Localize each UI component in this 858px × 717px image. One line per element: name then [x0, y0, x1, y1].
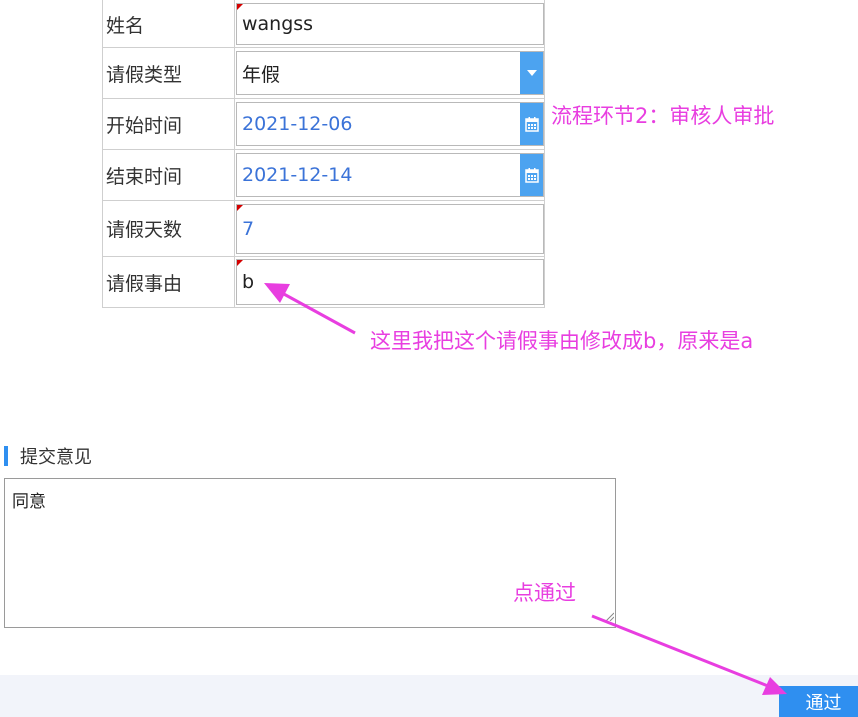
page: 姓名 wangss 请假类型 年假 开始时间 2021-12-06 结束时间 2… [0, 0, 858, 717]
annotation-arrows [264, 283, 787, 695]
arrow-to-approve-icon [591, 614, 787, 695]
arrow-to-reason-icon [264, 283, 356, 335]
